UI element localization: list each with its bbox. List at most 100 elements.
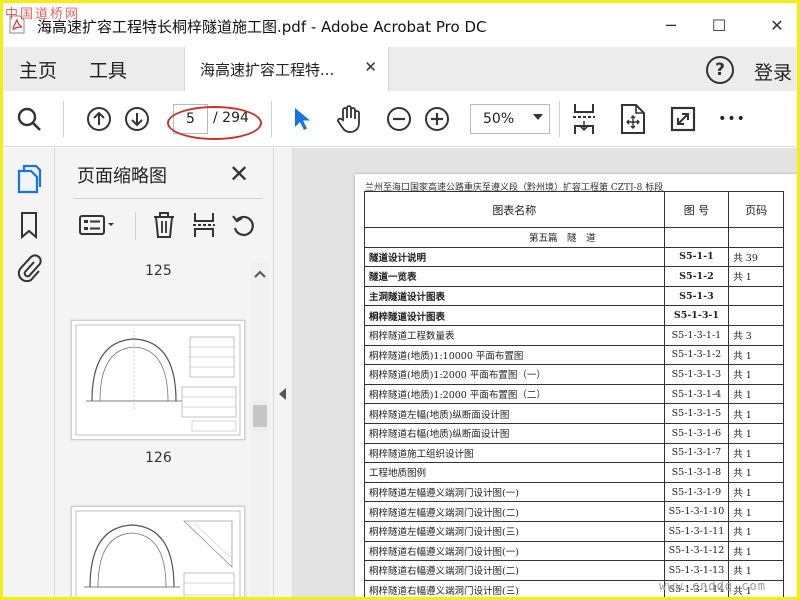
side-rail: [3, 148, 55, 597]
full-screen-button[interactable]: [669, 105, 697, 133]
main-toolbar: 5 / 294 50% •••: [3, 91, 797, 147]
zoom-out-icon: [387, 107, 411, 131]
page-number-label: 126: [145, 450, 172, 466]
select-tool-button[interactable]: [290, 105, 314, 133]
more-tools-button[interactable]: •••: [715, 105, 749, 133]
minimize-button[interactable]: ─: [648, 9, 694, 41]
bookmarks-button[interactable]: [17, 210, 41, 240]
title-bar: 中国道桥网 海高速扩容工程特长桐梓隧道施工图.pdf - Adobe Acrob…: [3, 3, 797, 47]
next-page-button[interactable]: [123, 105, 151, 133]
page-count-cell: [728, 285, 784, 307]
zoom-out-button[interactable]: [385, 105, 413, 133]
column-header: 页码: [728, 191, 784, 228]
rotate-icon: [232, 215, 254, 237]
drawing-number-cell: S5-1-3-1-11: [663, 520, 730, 542]
tab-home[interactable]: 主页: [19, 56, 57, 83]
drawing-name-cell: 主洞隧道设计图表: [364, 285, 665, 307]
attachments-button[interactable]: [15, 252, 43, 282]
search-icon: [17, 107, 41, 131]
pdf-page: 兰州至海口国家高速公路重庆至遵义段（黔州境）扩容工程第 CZTJ-8 标段 图表…: [355, 174, 797, 597]
drawing-name-cell: 桐梓隧道工程数量表: [364, 324, 665, 346]
login-button[interactable]: 登录: [754, 58, 792, 85]
drawing-number-cell: S5-1-3-1-10: [663, 501, 730, 522]
table-row: 隧道设计说明 S5-1-1 共 39: [364, 246, 784, 268]
drawing-number-cell: S5-1-3-1-13: [663, 560, 730, 581]
rotate-page-button[interactable]: [229, 210, 259, 240]
thumbnail-options-button[interactable]: [77, 210, 117, 240]
collapse-panel-handle[interactable]: [273, 148, 293, 597]
drawing-name-cell: 桐梓隧道右幅遵义端洞门设计图(二): [364, 560, 665, 581]
table-row: 桐梓隧道左幅(地质)纵断面设计图 S5-1-3-1-5 共 1: [364, 403, 784, 424]
scrolling-mode-button[interactable]: [569, 101, 599, 137]
tab-tools[interactable]: 工具: [89, 56, 127, 83]
document-view[interactable]: 兰州至海口国家高速公路重庆至遵义段（黔州境）扩容工程第 CZTJ-8 标段 图表…: [293, 148, 797, 597]
hand-tool-button[interactable]: [334, 103, 364, 135]
page-count-cell: 共 1: [728, 481, 784, 503]
table-row: 桐梓隧道右幅遵义端洞门设计图(一) S5-1-3-1-12 共 1: [364, 540, 784, 562]
delete-page-button[interactable]: [149, 210, 179, 240]
chevron-down-icon: [533, 114, 543, 120]
arrow-up-circle-icon: [87, 107, 111, 131]
page-thumbnail[interactable]: [71, 320, 245, 440]
thumbnails-scrollbar[interactable]: [251, 262, 269, 597]
help-button[interactable]: ?: [706, 56, 734, 84]
tab-document[interactable]: 海高速扩容工程特... ✕: [184, 47, 389, 91]
drawing-name-cell: 桐梓隧道左幅遵义端洞门设计图(一): [364, 481, 665, 503]
page-count-cell: 共 3: [728, 324, 784, 346]
drawing-name-cell: 隧道设计说明: [364, 246, 665, 268]
previous-page-button[interactable]: [85, 105, 113, 133]
page-count-cell: 共 1: [728, 462, 784, 483]
page-count-cell: 共 1: [728, 403, 784, 424]
drawing-number-cell: S5-1-3-1-9: [663, 481, 730, 503]
zoom-level-select[interactable]: 50%: [470, 104, 550, 134]
panel-divider: [73, 198, 263, 199]
scroll-mode-icon: [573, 104, 595, 134]
zoom-in-button[interactable]: [423, 105, 451, 133]
close-panel-button[interactable]: ✕: [229, 160, 249, 188]
table-row: 桐梓隧道左幅遵义端洞门设计图(二) S5-1-3-1-10 共 1: [364, 501, 784, 522]
split-page-button[interactable]: [189, 210, 219, 240]
page-thumbnail[interactable]: [71, 506, 245, 597]
drawing-name-cell: 桐梓隧道右幅遵义端洞门设计图(一): [364, 540, 665, 562]
maximize-button[interactable]: ☐: [696, 9, 742, 41]
window-title: 海高速扩容工程特长桐梓隧道施工图.pdf - Adobe Acrobat Pro…: [37, 18, 487, 36]
table-header-row: 图表名称 图 号 页码: [364, 191, 784, 228]
table-cell: [663, 227, 730, 248]
zoom-in-icon: [425, 107, 449, 131]
page-count-cell: 共 1: [728, 422, 784, 444]
scrollbar-thumb[interactable]: [253, 405, 267, 427]
options-list-icon: [79, 215, 114, 235]
page-count-cell: 共 1: [728, 383, 784, 405]
drawing-number-cell: S5-1-3-1: [663, 305, 730, 326]
drawing-name-cell: 隧道一览表: [364, 266, 665, 287]
zoom-level-value: 50%: [483, 111, 515, 127]
chevron-left-icon: [279, 388, 286, 400]
search-button[interactable]: [15, 105, 43, 133]
page-thumbnails-button[interactable]: [15, 164, 43, 194]
tab-bar: 主页 工具 海高速扩容工程特... ✕: [3, 47, 797, 91]
drawing-number-cell: S5-1-2: [663, 266, 730, 287]
drawing-number-cell: S5-1-3-1-8: [663, 462, 730, 483]
drawing-name-cell: 桐梓隧道右幅遵义端洞门设计图(三): [364, 579, 665, 597]
drawing-name-cell: 工程地质图例: [364, 462, 665, 483]
page-count-cell: 共 1: [728, 520, 784, 542]
tunnel-drawing-thumbnail: [75, 324, 241, 436]
close-window-button[interactable]: ✕: [754, 9, 797, 41]
drawing-index-table: 图表名称 图 号 页码 第五篇 隧 道 隧道设计说明 S5-1-1 共 39 隧道一览…: [364, 191, 784, 597]
toolbar-divider: [63, 101, 64, 137]
table-row: 桐梓隧道左幅遵义端洞门设计图(三) S5-1-3-1-11 共 1: [364, 520, 784, 542]
rotate-view-button[interactable]: [619, 102, 647, 136]
drawing-number-cell: S5-1-3-1-7: [663, 442, 730, 464]
close-tab-button[interactable]: ✕: [364, 58, 377, 76]
page-count-cell: 共 1: [728, 266, 784, 287]
page-count-cell: [728, 305, 784, 326]
toolbar-divider: [135, 212, 136, 240]
drawing-name-cell: 桐梓隧道设计图表: [364, 305, 665, 326]
drawing-number-cell: S5-1-3-1-6: [663, 422, 730, 444]
drawing-number-cell: S5-1-3-1-3: [663, 364, 730, 385]
paperclip-icon: [17, 254, 42, 282]
table-cell: [728, 227, 784, 248]
table-row: 工程地质图例 S5-1-3-1-8 共 1: [364, 462, 784, 483]
drawing-name-cell: 桐梓隧道施工组织设计图: [364, 442, 665, 464]
tunnel-drawing-thumbnail: [75, 510, 241, 597]
